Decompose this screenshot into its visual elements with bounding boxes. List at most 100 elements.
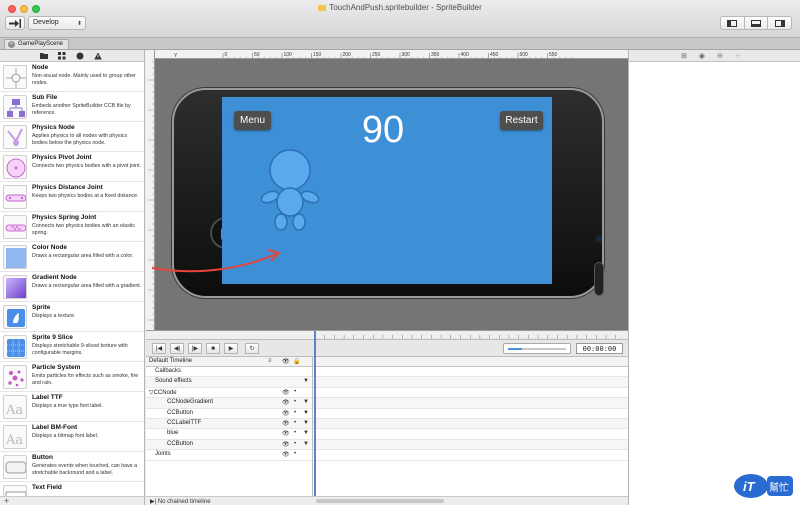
library-item-description: Draws a rectangular area filled with a g… xyxy=(32,283,142,289)
skip-to-start-button[interactable]: |◀ xyxy=(152,343,166,354)
library-item-sprite[interactable]: Sprite Displays a texture. xyxy=(0,302,144,332)
library-item-physics-pivot-joint[interactable]: Physics Pivot Joint Connects two physics … xyxy=(0,152,144,182)
timeline-row[interactable]: Callbacks xyxy=(146,367,628,378)
library-item-description: Displays stretchable 9-sliced texture wi… xyxy=(32,343,128,356)
play-button[interactable]: ▶ xyxy=(224,343,238,354)
disclosure-triangle-icon[interactable]: ▼ xyxy=(303,441,309,447)
code-connections-icon[interactable]: ◉ xyxy=(699,52,705,60)
loop-button[interactable]: ↻ xyxy=(245,343,259,354)
grid-icon[interactable] xyxy=(58,51,66,60)
toggle-right-panel-button[interactable] xyxy=(768,17,791,29)
step-back-button[interactable]: ◀| xyxy=(170,343,184,354)
library-item-description: Displays a bitmap font label. xyxy=(32,433,99,439)
timeline-row[interactable]: Sound effects ▼ xyxy=(146,377,628,388)
library-item-name: Text Field xyxy=(32,484,62,491)
eye-icon[interactable]: 👁 xyxy=(282,389,290,396)
eye-icon[interactable]: 👁 xyxy=(282,430,290,437)
timeline-row[interactable]: CCNodeGradient 👁 • ▼ xyxy=(146,398,628,409)
library-item-description: Applies physics to all nodes with physic… xyxy=(32,133,128,146)
properties-icon[interactable]: ⊞ xyxy=(681,52,687,60)
timeline-rows: Callbacks Sound effects ▼ ▽CCNode 👁 • CCNodeGr… xyxy=(146,367,628,461)
disclosure-triangle-icon[interactable]: ▼ xyxy=(303,410,309,416)
scene-canvas[interactable]: X Y 0 50 100 150 200 250 300 350 400 450 500 550 Menu… xyxy=(146,50,628,330)
timeline-row[interactable]: Joints 👁 • xyxy=(146,450,628,461)
lock-toggle-icon[interactable]: • xyxy=(294,399,296,405)
library-item-name: Node xyxy=(32,64,49,71)
eye-icon[interactable]: 👁 xyxy=(282,399,290,406)
eye-icon[interactable]: 👁 xyxy=(282,441,290,448)
library-item-description: Connects two physics bodies with a pivot… xyxy=(32,163,141,169)
toggle-bottom-panel-button[interactable] xyxy=(745,17,769,29)
lock-toggle-icon[interactable]: • xyxy=(294,389,296,395)
game-screen[interactable]: Menu 90 Restart xyxy=(222,97,552,284)
timeline-zoom-slider[interactable] xyxy=(503,343,571,354)
library-item-sprite-9-slice[interactable]: Sprite 9 Slice Displays stretchable 9-sli… xyxy=(0,332,144,362)
character-sprite[interactable] xyxy=(252,142,322,242)
physics-pivot-joint-icon xyxy=(3,155,27,179)
lock-toggle-icon[interactable]: • xyxy=(294,420,296,426)
library-item-label-bm-font[interactable]: Aa Label BM-Font Displays a bitmap font la… xyxy=(0,422,144,452)
target-select[interactable]: Develop ⬍ xyxy=(28,16,86,30)
toggle-left-panel-button[interactable] xyxy=(721,17,745,29)
timeline-row-label: Sound effects xyxy=(155,378,192,385)
disclosure-triangle-icon[interactable]: ▼ xyxy=(303,430,309,436)
library-item-node[interactable]: Node Non-visual node. Mainly used to grou… xyxy=(0,62,144,92)
eye-icon[interactable]: 👁 xyxy=(282,451,290,458)
timeline-row[interactable]: CCLabelTTF 👁 • ▼ xyxy=(146,418,628,430)
ruler-tick-label: 0 xyxy=(225,52,228,58)
library-list: Node Non-visual node. Mainly used to grou… xyxy=(0,62,144,505)
publish-button[interactable] xyxy=(5,16,25,30)
add-icon[interactable]: + xyxy=(4,496,9,505)
spritebuilder-window: TouchAndPush.spritebuilder - SpriteBuild… xyxy=(0,0,800,505)
eye-icon[interactable]: 👁 xyxy=(282,420,290,427)
timeline-name[interactable]: Default Timeline xyxy=(149,358,192,364)
library-item-physics-distance-joint[interactable]: Physics Distance Joint Keeps two physics … xyxy=(0,182,144,212)
lock-toggle-icon[interactable]: • xyxy=(294,451,296,457)
timeline-menu-icon[interactable]: ≡ xyxy=(268,358,272,364)
disclosure-triangle-icon[interactable]: ▼ xyxy=(303,378,309,384)
library-item-label-ttf[interactable]: Aa Label TTF Displays a true type font lab… xyxy=(0,392,144,422)
library-item-particle-system[interactable]: Particle System Emits particles for effec… xyxy=(0,362,144,392)
library-item-button[interactable]: Button Generates events when touched, can… xyxy=(0,452,144,482)
stop-button[interactable]: ■ xyxy=(206,343,220,354)
restart-button[interactable]: Restart xyxy=(500,111,543,130)
menu-button[interactable]: Menu xyxy=(234,111,271,130)
physics-icon[interactable]: ⊖ xyxy=(717,52,723,60)
step-forward-button[interactable]: |▶ xyxy=(188,343,202,354)
timeline-row[interactable]: CCButton 👁 • ▼ xyxy=(146,439,628,451)
close-tab-icon[interactable]: × xyxy=(8,41,15,48)
warning-icon[interactable] xyxy=(94,52,102,60)
template-icon[interactable]: ⁘ xyxy=(735,52,741,60)
library-item-color-node[interactable]: Color Node Draws a rectangular area fille… xyxy=(0,242,144,272)
tab-gameplayscene[interactable]: × GamePlayScene xyxy=(4,39,70,49)
timeline-row[interactable]: blue 👁 • ▼ xyxy=(146,429,628,440)
timeline-playhead[interactable] xyxy=(314,331,316,497)
library-item-description: Displays a true type font label. xyxy=(32,403,103,409)
library-item-physics-spring-joint[interactable]: Physics Spring Joint Connects two physics… xyxy=(0,212,144,242)
chained-timeline-label[interactable]: ▶| No chained timeline xyxy=(150,498,211,505)
timeline-header: Default Timeline ≡ 👁 🔒 xyxy=(146,357,628,367)
eye-icon[interactable]: 👁 xyxy=(282,410,290,417)
lock-toggle-icon[interactable]: • xyxy=(294,441,296,447)
library-item-sub-file[interactable]: Sub File Embeds another SpriteBuilder CCB… xyxy=(0,92,144,122)
svg-text:Aa: Aa xyxy=(5,433,23,448)
time-display[interactable]: 00:00:00 xyxy=(576,343,623,354)
disclosure-triangle-icon[interactable]: ▼ xyxy=(303,399,309,405)
library-item-name: Label TTF xyxy=(32,394,63,401)
timeline-row[interactable]: CCButton 👁 • ▼ xyxy=(146,409,628,419)
timeline-scrollbar[interactable] xyxy=(316,499,444,503)
library-item-description: Generates events when touched, can have … xyxy=(32,463,138,476)
cube-icon[interactable] xyxy=(76,52,84,60)
score-label[interactable]: 90 xyxy=(337,109,429,152)
lock-toggle-icon[interactable]: • xyxy=(294,430,296,436)
lock-toggle-icon[interactable]: • xyxy=(294,410,296,416)
folder-icon[interactable] xyxy=(40,52,48,60)
label-bm-font-icon: Aa xyxy=(3,425,27,449)
library-item-gradient-node[interactable]: Gradient Node Draws a rectangular area fi… xyxy=(0,272,144,302)
disclosure-triangle-icon[interactable]: ▼ xyxy=(303,420,309,426)
speaker xyxy=(594,262,604,296)
library-item-physics-node[interactable]: Physics Node Applies physics to all nodes… xyxy=(0,122,144,152)
timeline-row[interactable]: ▽CCNode 👁 • xyxy=(146,388,628,399)
library-item-name: Particle System xyxy=(32,364,81,371)
node-library-panel: Node Non-visual node. Mainly used to grou… xyxy=(0,50,145,505)
